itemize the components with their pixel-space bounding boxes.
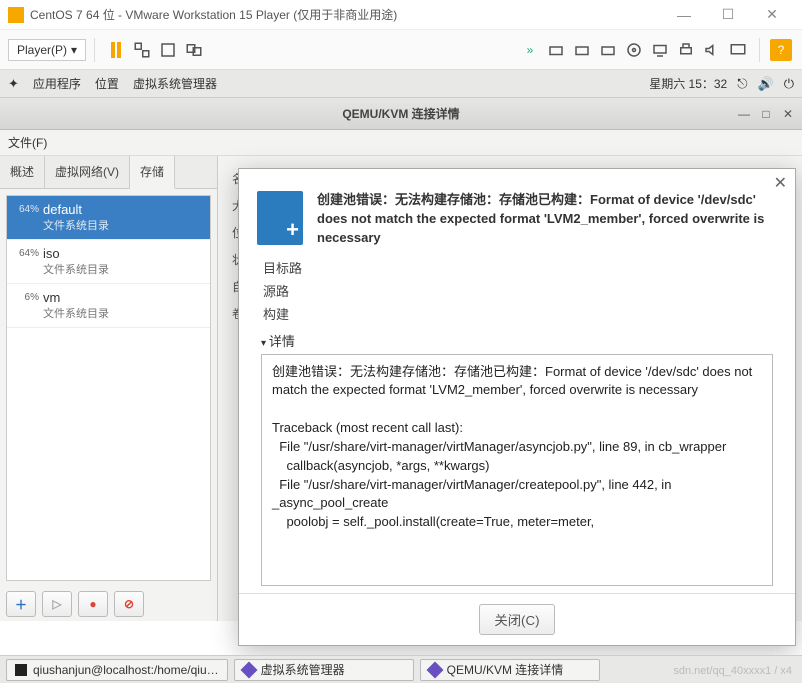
hdd2-icon[interactable]	[571, 39, 593, 61]
volume-status-icon[interactable]: 🔊	[758, 76, 774, 92]
pool-item-iso[interactable]: 64% iso 文件系统目录	[7, 240, 210, 284]
storage-pool-list[interactable]: 64% default 文件系统目录 64% iso 文件系统目录 6% vm …	[6, 195, 211, 581]
task-terminal-label: qiushanjun@localhost:/home/qiu…	[33, 663, 219, 677]
file-menu[interactable]: 文件(F)	[8, 134, 47, 151]
display-icon[interactable]	[727, 39, 749, 61]
gnome-apps-menu[interactable]: 应用程序	[33, 75, 81, 92]
gnome-taskbar: qiushanjun@localhost:/home/qiu… 虚拟系统管理器 …	[0, 655, 802, 683]
details-toggle[interactable]: 详情	[239, 331, 795, 350]
gnome-places-menu[interactable]: 位置	[95, 75, 119, 92]
inner-maximize-button[interactable]: □	[758, 107, 774, 121]
pool-name: default	[43, 202, 109, 217]
send-ctrl-alt-del-icon[interactable]	[131, 39, 153, 61]
network-icon[interactable]	[649, 39, 671, 61]
virt-manager-icon	[426, 661, 443, 678]
vmware-toolbar: Player(P) ▾ » ?	[0, 30, 802, 70]
inner-close-button[interactable]: ✕	[780, 107, 796, 121]
fullscreen-icon[interactable]	[157, 39, 179, 61]
player-menu-label: Player(P)	[17, 43, 67, 57]
left-column: 概述 虚拟网络(V) 存储 64% default 文件系统目录 64% iso…	[0, 156, 218, 621]
printer-icon[interactable]	[675, 39, 697, 61]
task-terminal[interactable]: qiushanjun@localhost:/home/qiu…	[6, 659, 228, 681]
dropdown-icon: ▾	[71, 43, 77, 57]
pool-pct: 64%	[11, 202, 39, 215]
pool-pct: 6%	[11, 290, 39, 303]
delete-pool-button[interactable]: ⊘	[114, 591, 144, 617]
tabs-head: 概述 虚拟网络(V) 存储	[0, 156, 217, 189]
dialog-mid-labels: 目标路 源路 构建	[239, 254, 795, 331]
terminal-icon	[15, 664, 27, 676]
pool-name: vm	[43, 290, 109, 305]
inner-window-titlebar: QEMU/KVM 连接详情 — □ ✕	[0, 98, 802, 130]
close-button[interactable]: ✕	[750, 0, 794, 30]
storage-pool-create-icon	[257, 191, 303, 245]
label-target: 目标路	[263, 258, 773, 277]
pool-sub: 文件系统目录	[43, 217, 109, 233]
gnome-apps-icon[interactable]: ✦	[8, 76, 19, 92]
start-pool-button[interactable]: ▷	[42, 591, 72, 617]
task-virt-manager[interactable]: 虚拟系统管理器	[234, 659, 414, 681]
maximize-button[interactable]: ☐	[706, 0, 750, 30]
vmware-logo-icon	[8, 7, 24, 23]
tab-storage[interactable]: 存储	[130, 156, 175, 189]
hdd1-icon[interactable]	[545, 39, 567, 61]
gnome-active-app[interactable]: 虚拟系统管理器	[133, 75, 217, 92]
vmware-titlebar: CentOS 7 64 位 - VMware Workstation 15 Pl…	[0, 0, 802, 30]
unity-icon[interactable]	[183, 39, 205, 61]
tab-overview[interactable]: 概述	[0, 156, 45, 188]
inner-minimize-button[interactable]: —	[736, 107, 752, 121]
hdd3-icon[interactable]	[597, 39, 619, 61]
error-message: 创建池错误：无法构建存储池：存储池已构建：Format of device '/…	[317, 191, 773, 248]
stop-pool-button[interactable]: ●	[78, 591, 108, 617]
cd-icon[interactable]	[623, 39, 645, 61]
network-status-icon[interactable]: ⎋	[737, 76, 747, 92]
inner-window-title: QEMU/KVM 连接详情	[342, 105, 459, 122]
sound-icon[interactable]	[701, 39, 723, 61]
virt-manager-icon	[240, 661, 257, 678]
pool-item-vm[interactable]: 6% vm 文件系统目录	[7, 284, 210, 328]
pool-pct: 64%	[11, 246, 39, 259]
task-connection-details-label: QEMU/KVM 连接详情	[447, 661, 564, 678]
task-virt-manager-label: 虚拟系统管理器	[261, 661, 345, 678]
player-menu-button[interactable]: Player(P) ▾	[8, 39, 86, 61]
tab-vnet[interactable]: 虚拟网络(V)	[45, 156, 130, 188]
add-pool-button[interactable]: ＋	[6, 591, 36, 617]
inner-menubar: 文件(F)	[0, 130, 802, 156]
pool-sub: 文件系统目录	[43, 261, 109, 277]
pool-item-default[interactable]: 64% default 文件系统目录	[7, 196, 210, 240]
window-title: CentOS 7 64 位 - VMware Workstation 15 Pl…	[30, 6, 662, 23]
error-dialog: ✕ 创建池错误：无法构建存储池：存储池已构建：Format of device …	[238, 168, 796, 646]
power-status-icon[interactable]: ⏻	[784, 76, 794, 92]
gnome-clock: 星期六 15：32	[649, 75, 727, 92]
pool-action-buttons: ＋ ▷ ● ⊘	[0, 587, 217, 621]
dialog-close-x[interactable]: ✕	[774, 173, 787, 193]
dialog-close-button[interactable]: 关闭(C)	[479, 604, 554, 635]
minimize-button[interactable]: —	[662, 0, 706, 30]
gnome-top-bar: ✦ 应用程序 位置 虚拟系统管理器 星期六 15：32 ⎋ 🔊 ⏻	[0, 70, 802, 98]
pause-icon[interactable]	[105, 39, 127, 61]
device-icon[interactable]: »	[519, 39, 541, 61]
details-textbox[interactable]: 创建池错误：无法构建存储池：存储池已构建：Format of device '/…	[261, 354, 773, 586]
pool-sub: 文件系统目录	[43, 305, 109, 321]
help-icon[interactable]: ?	[770, 39, 792, 61]
label-source: 源路	[263, 281, 773, 300]
label-build: 构建	[263, 304, 773, 323]
pool-name: iso	[43, 246, 109, 261]
task-connection-details[interactable]: QEMU/KVM 连接详情	[420, 659, 600, 681]
